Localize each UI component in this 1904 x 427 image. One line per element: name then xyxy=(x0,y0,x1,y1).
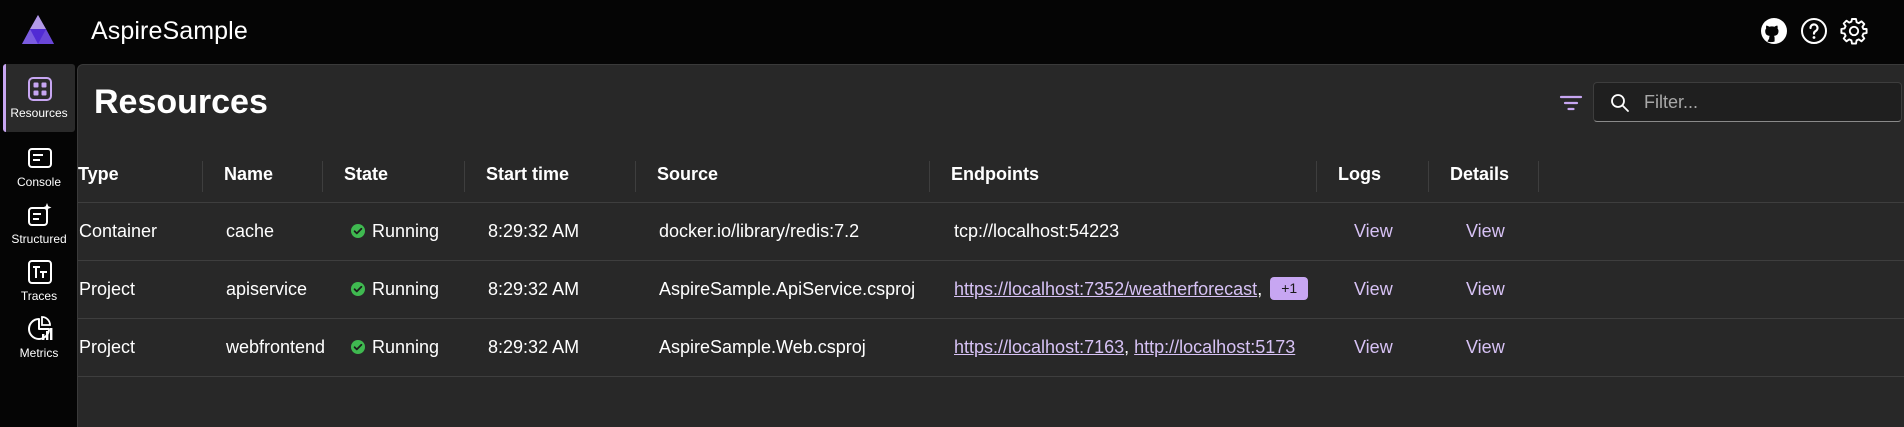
resource-state: Running xyxy=(350,261,439,318)
nav-item-label: Structured xyxy=(11,232,67,246)
nav-item-resources[interactable]: Resources xyxy=(3,64,75,132)
aspire-logo[interactable] xyxy=(20,14,56,46)
table-row[interactable]: Project apiservice Running 8:29:32 AM As… xyxy=(78,261,1904,319)
app-title: AspireSample xyxy=(91,17,248,45)
resource-type: Project xyxy=(79,279,136,299)
resource-type: Container xyxy=(79,221,158,241)
help-icon[interactable] xyxy=(1799,16,1829,46)
page-title: Resources xyxy=(94,83,268,121)
view-logs-link[interactable]: View xyxy=(1354,203,1393,260)
console-icon xyxy=(28,148,52,168)
view-details-link[interactable]: View xyxy=(1466,319,1505,376)
endpoint-text: tcp://localhost:54223 xyxy=(954,221,1120,241)
resource-name: cache xyxy=(226,221,275,241)
nav-item-metrics[interactable]: Metrics xyxy=(3,304,75,372)
view-logs-link[interactable]: View xyxy=(1354,261,1393,318)
resource-source: AspireSample.Web.csproj xyxy=(659,337,866,357)
table-row[interactable]: Container cache Running 8:29:32 AM docke… xyxy=(78,203,1904,261)
settings-icon[interactable] xyxy=(1839,16,1869,46)
endpoints: https://localhost:7163, http://localhost… xyxy=(954,337,1296,357)
column-header-source[interactable]: Source xyxy=(657,146,718,203)
column-divider[interactable] xyxy=(635,161,636,192)
running-status-icon xyxy=(351,224,365,238)
side-nav: Resources Console Structured Traces Metr… xyxy=(0,64,77,427)
column-divider[interactable] xyxy=(929,161,930,192)
nav-item-label: Console xyxy=(16,175,62,189)
running-status-icon xyxy=(351,282,365,296)
column-header-logs[interactable]: Logs xyxy=(1338,146,1381,203)
top-bar: AspireSample xyxy=(0,0,1904,64)
nav-item-label: Resources xyxy=(10,106,68,120)
state-label: Running xyxy=(372,221,440,241)
main-panel: Resources Type Name State Start time Sou… xyxy=(77,64,1904,427)
resources-table: Type Name State Start time Source Endpoi… xyxy=(78,146,1904,377)
column-divider[interactable] xyxy=(464,161,465,192)
column-header-state[interactable]: State xyxy=(344,146,388,203)
filter-icon xyxy=(1559,95,1583,111)
column-header-type[interactable]: Type xyxy=(78,146,119,203)
filter-field xyxy=(1593,82,1902,122)
filter-options-button[interactable] xyxy=(1557,89,1585,117)
table-header: Type Name State Start time Source Endpoi… xyxy=(78,146,1904,203)
column-divider[interactable] xyxy=(1316,161,1317,192)
resource-state: Running xyxy=(350,319,439,376)
column-header-name[interactable]: Name xyxy=(224,146,273,203)
resource-type: Project xyxy=(79,337,136,357)
search-icon xyxy=(1611,94,1629,112)
traces-icon xyxy=(28,260,52,284)
view-logs-link[interactable]: View xyxy=(1354,319,1393,376)
start-time: 8:29:32 AM xyxy=(488,337,580,357)
column-divider[interactable] xyxy=(1428,161,1429,192)
endpoint-link[interactable]: https://localhost:7163 xyxy=(954,337,1124,357)
column-divider[interactable] xyxy=(1538,161,1539,192)
column-divider[interactable] xyxy=(202,161,203,192)
start-time: 8:29:32 AM xyxy=(488,279,580,299)
start-time: 8:29:32 AM xyxy=(488,221,580,241)
state-label: Running xyxy=(372,337,440,357)
endpoints: https://localhost:7352/weatherforecast, +… xyxy=(954,261,1309,318)
resource-source: docker.io/library/redis:7.2 xyxy=(659,221,860,241)
endpoint-link[interactable]: http://localhost:5173 xyxy=(1134,337,1295,357)
github-icon[interactable] xyxy=(1759,16,1789,46)
view-details-link[interactable]: View xyxy=(1466,203,1505,260)
view-details-link[interactable]: View xyxy=(1466,261,1505,318)
column-divider[interactable] xyxy=(322,161,323,192)
column-header-details[interactable]: Details xyxy=(1450,146,1509,203)
resource-source: AspireSample.ApiService.csproj xyxy=(659,279,916,299)
resource-name: webfrontend xyxy=(226,337,326,357)
structured-logs-icon xyxy=(28,203,52,226)
filter-input[interactable] xyxy=(1644,83,1894,121)
nav-item-label: Metrics xyxy=(19,346,59,360)
metrics-icon xyxy=(28,316,53,340)
column-header-endpoints[interactable]: Endpoints xyxy=(951,146,1039,203)
more-endpoints-badge[interactable]: +1 xyxy=(1270,277,1309,300)
resource-state: Running xyxy=(350,203,439,260)
nav-item-label: Traces xyxy=(20,289,58,303)
resources-icon xyxy=(28,77,52,101)
running-status-icon xyxy=(351,340,365,354)
table-row[interactable]: Project webfrontend Running 8:29:32 AM A… xyxy=(78,319,1904,377)
endpoint-link[interactable]: https://localhost:7352/weatherforecast xyxy=(954,279,1257,299)
resource-name: apiservice xyxy=(226,279,308,299)
state-label: Running xyxy=(372,279,440,299)
column-header-start-time[interactable]: Start time xyxy=(486,146,569,203)
